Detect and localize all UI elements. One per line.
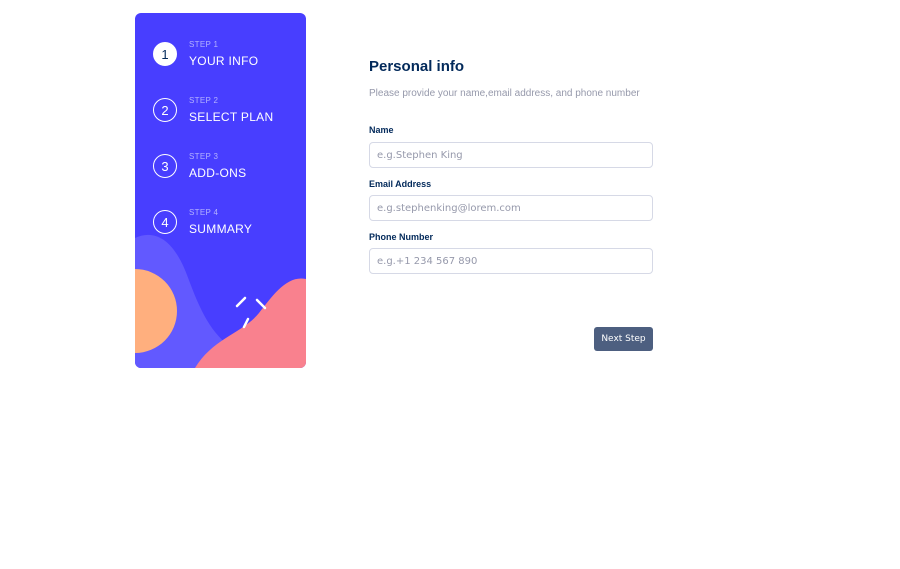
step-2[interactable]: 2 STEP 2 SELECT PLAN	[153, 96, 273, 124]
step-1-title: YOUR INFO	[189, 54, 259, 68]
step-3-number: 3	[153, 154, 177, 178]
name-input[interactable]	[369, 142, 653, 168]
step-4-title: SUMMARY	[189, 222, 253, 236]
next-step-button[interactable]: Next Step	[594, 327, 653, 351]
step-3-label: STEP 3	[189, 152, 219, 161]
step-4-number: 4	[153, 210, 177, 234]
step-3-title: ADD-ONS	[189, 166, 247, 180]
step-1[interactable]: 1 STEP 1 YOUR INFO	[153, 40, 258, 68]
phone-input[interactable]	[369, 248, 653, 274]
step-2-number: 2	[153, 98, 177, 122]
page-title: Personal info	[369, 58, 465, 75]
phone-label: Phone Number	[369, 232, 434, 242]
step-4[interactable]: 4 STEP 4 SUMMARY	[153, 208, 252, 236]
name-label: Name	[369, 125, 394, 135]
email-input[interactable]	[369, 195, 653, 221]
step-2-title: SELECT PLAN	[189, 110, 274, 124]
page-description: Please provide your name,email address, …	[369, 88, 640, 99]
step-1-number: 1	[153, 42, 177, 66]
step-2-label: STEP 2	[189, 96, 219, 105]
email-label: Email Address	[369, 179, 432, 189]
step-3[interactable]: 3 STEP 3 ADD-ONS	[153, 152, 246, 180]
sparkle-line-1	[235, 296, 247, 308]
pink-blob-shape	[195, 278, 306, 368]
sparkle-line-2	[255, 298, 267, 310]
step-1-label: STEP 1	[189, 40, 219, 49]
sidebar: 1 STEP 1 YOUR INFO 2 STEP 2 SELECT PLAN …	[135, 13, 306, 368]
step-4-label: STEP 4	[189, 208, 219, 217]
